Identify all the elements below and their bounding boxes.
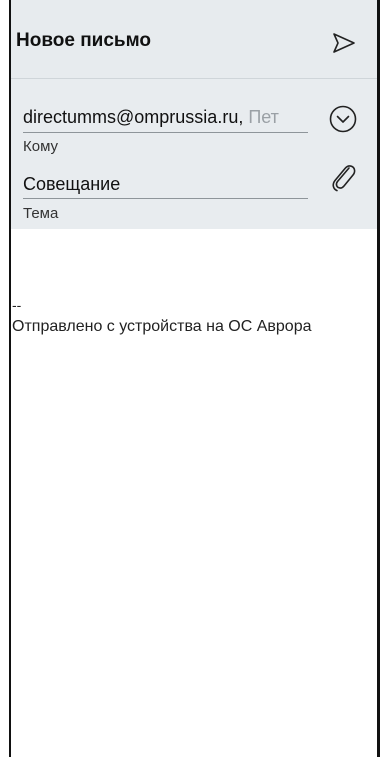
- signature-text: Отправлено с устройства на ОС Аврора: [12, 318, 312, 335]
- paperclip-icon: [332, 165, 356, 192]
- signature-separator: --: [12, 297, 22, 313]
- message-body-editor[interactable]: [11, 229, 377, 757]
- left-frame-border: [9, 0, 11, 757]
- attach-button[interactable]: [327, 160, 359, 194]
- recipient-field[interactable]: directumms@omprussia.ru, Пет: [23, 104, 308, 133]
- compose-fields-area: [11, 79, 377, 229]
- recipient-value: directumms@omprussia.ru,: [23, 107, 244, 127]
- send-icon: [333, 33, 355, 53]
- recipient-overflow: Пет: [243, 107, 279, 127]
- expand-recipients-button[interactable]: [328, 104, 358, 134]
- compose-screen: Новое письмо directumms@omprussia.ru, Пе…: [0, 0, 380, 757]
- chevron-down-circle-icon: [329, 105, 357, 133]
- subject-field[interactable]: Совещание: [23, 172, 308, 199]
- send-button[interactable]: [330, 30, 358, 56]
- page-title: Новое письмо: [16, 30, 152, 51]
- recipient-label: Кому: [23, 138, 59, 155]
- subject-label: Тема: [23, 205, 59, 222]
